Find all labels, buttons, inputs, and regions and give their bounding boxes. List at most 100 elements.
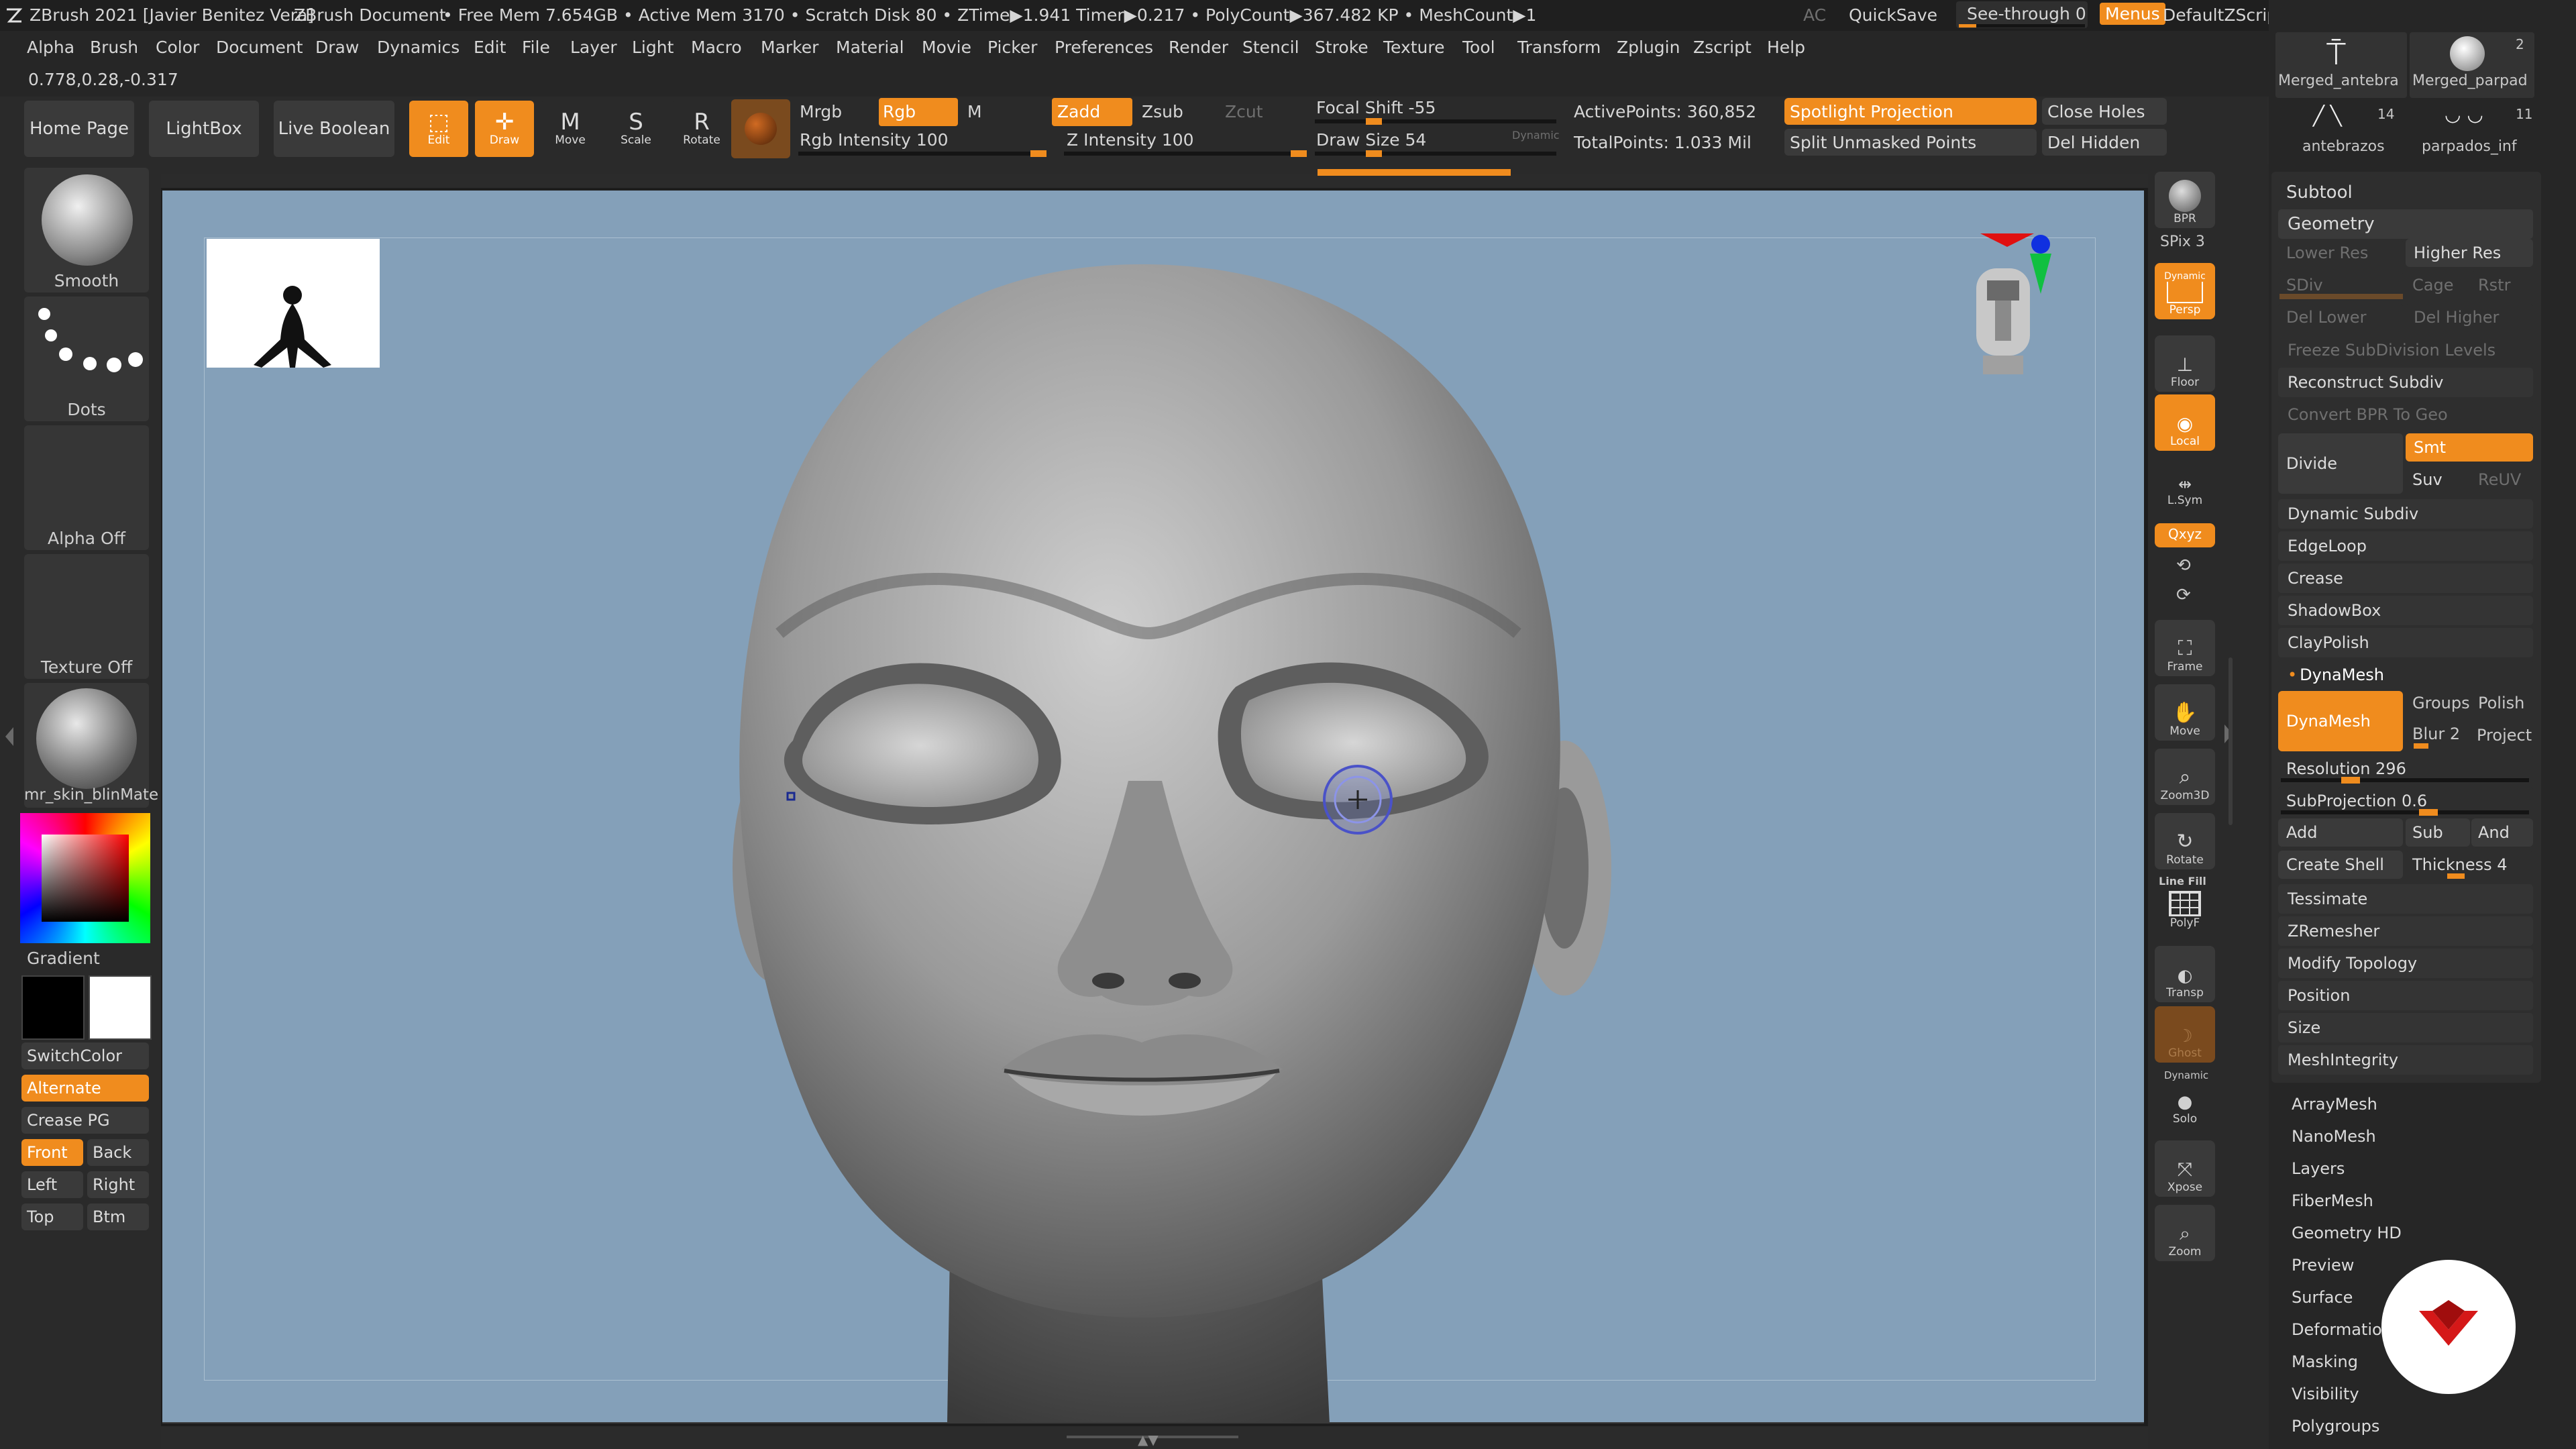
dynamic-subdiv-section[interactable]: Dynamic Subdiv <box>2278 499 2533 529</box>
subtool-thumb-antebra[interactable]: ⍑ Merged_antebra <box>2275 32 2407 98</box>
crease-section[interactable]: Crease <box>2278 564 2533 593</box>
position-section[interactable]: Position <box>2278 981 2533 1010</box>
menu-zscript[interactable]: Zscript <box>1693 38 1752 57</box>
see-through-slider[interactable]: See-through 0 <box>1956 1 2088 28</box>
rotate-view-button[interactable]: ↻ Rotate <box>2155 813 2215 869</box>
menu-light[interactable]: Light <box>632 38 674 57</box>
home-page-button[interactable]: Home Page <box>24 101 134 157</box>
visibility-section[interactable]: Visibility <box>2292 1385 2359 1403</box>
menu-movie[interactable]: Movie <box>922 38 971 57</box>
subtool-thumb-parpad[interactable]: Merged_parpad 2 <box>2410 32 2534 98</box>
spix-setting[interactable]: SPix 3 <box>2160 233 2205 250</box>
view-top-button[interactable]: Top <box>21 1203 83 1230</box>
material-swatch[interactable] <box>731 99 790 158</box>
menu-picker[interactable]: Picker <box>987 38 1037 57</box>
view-back-button[interactable]: Back <box>87 1139 149 1166</box>
menu-texture[interactable]: Texture <box>1383 38 1445 57</box>
close-holes-button[interactable]: Close Holes <box>2042 98 2167 125</box>
menu-tool[interactable]: Tool <box>1462 38 1495 57</box>
mrgb-toggle[interactable]: Mrgb <box>800 102 842 121</box>
menu-zplugin[interactable]: Zplugin <box>1617 38 1680 57</box>
edgeloop-section[interactable]: EdgeLoop <box>2278 531 2533 561</box>
subtool-thumb-antebrazos[interactable]: ╱ ╲ 14 antebrazos <box>2298 101 2394 165</box>
rgb-toggle[interactable]: Rgb <box>879 98 958 126</box>
rotate-y-icon[interactable]: ⟲ <box>2176 555 2191 576</box>
geometry-hd-section[interactable]: Geometry HD <box>2292 1224 2402 1242</box>
perspective-toggle[interactable]: Dynamic Persp <box>2155 263 2215 319</box>
zremesher-section[interactable]: ZRemesher <box>2278 916 2533 946</box>
meshintegrity-section[interactable]: MeshIntegrity <box>2278 1045 2533 1075</box>
menu-stroke[interactable]: Stroke <box>1315 38 1368 57</box>
zsub-toggle[interactable]: Zsub <box>1142 102 1183 121</box>
size-section[interactable]: Size <box>2278 1013 2533 1042</box>
menu-dynamics[interactable]: Dynamics <box>377 38 460 57</box>
main-color-swatch[interactable] <box>21 975 85 1040</box>
shadowbox-section[interactable]: ShadowBox <box>2278 596 2533 625</box>
zoom-button[interactable]: ⌕ Zoom <box>2155 1205 2215 1261</box>
arraymesh-section[interactable]: ArrayMesh <box>2292 1095 2377 1114</box>
menu-macro[interactable]: Macro <box>691 38 742 57</box>
suv-toggle[interactable]: Suv <box>2406 466 2470 494</box>
quicksave-button[interactable]: QuickSave <box>1849 5 1937 25</box>
dynamesh-polish-toggle[interactable]: Polish <box>2478 694 2524 712</box>
surface-section[interactable]: Surface <box>2292 1288 2353 1307</box>
lower-res-button[interactable]: Lower Res <box>2278 239 2403 267</box>
view-front-button[interactable]: Front <box>21 1139 83 1166</box>
lightbox-button[interactable]: LightBox <box>149 101 259 157</box>
menus-toggle[interactable]: Menus <box>2100 3 2165 25</box>
polyframe-toggle[interactable]: PolyF <box>2155 887 2215 932</box>
move-view-button[interactable]: ✋ Move <box>2155 684 2215 741</box>
dynamesh-and-button[interactable]: And <box>2471 818 2533 847</box>
preview-section[interactable]: Preview <box>2292 1256 2354 1275</box>
menu-document[interactable]: Document <box>216 38 303 57</box>
navigation-gizmo[interactable] <box>1960 233 2094 408</box>
zcut-toggle[interactable]: Zcut <box>1225 102 1263 121</box>
secondary-color-swatch[interactable] <box>89 975 152 1040</box>
menu-transform[interactable]: Transform <box>1517 38 1601 57</box>
viewport-canvas[interactable] <box>162 191 2144 1424</box>
local-symmetry-toggle[interactable]: ⇹ L.Sym <box>2155 463 2215 510</box>
divide-button[interactable]: Divide <box>2278 433 2403 494</box>
cage-button[interactable]: Cage <box>2406 271 2470 299</box>
bottom-tray-chevrons-icon[interactable]: ▲▼ <box>1138 1432 1159 1448</box>
tessimate-section[interactable]: Tessimate <box>2278 884 2533 914</box>
menu-render[interactable]: Render <box>1169 38 1228 57</box>
zadd-toggle[interactable]: Zadd <box>1052 98 1132 126</box>
view-bottom-button[interactable]: Btm <box>87 1203 149 1230</box>
solo-toggle[interactable]: ● Solo <box>2155 1081 2215 1128</box>
dynamesh-button[interactable]: DynaMesh <box>2278 691 2403 751</box>
edit-mode-button[interactable]: ⬚ Edit <box>409 101 468 157</box>
fibermesh-section[interactable]: FiberMesh <box>2292 1191 2373 1210</box>
view-left-button[interactable]: Left <box>21 1171 83 1198</box>
z-intensity-slider[interactable]: Z Intensity 100 <box>1067 130 1194 150</box>
reconstruct-subdiv-button[interactable]: Reconstruct Subdiv <box>2278 368 2533 397</box>
dynamic-label[interactable]: Dynamic <box>1512 129 1560 142</box>
nanomesh-section[interactable]: NanoMesh <box>2292 1127 2376 1146</box>
rgb-intensity-slider[interactable]: Rgb Intensity 100 <box>800 130 949 150</box>
alternate-toggle[interactable]: Alternate <box>21 1075 149 1102</box>
live-boolean-button[interactable]: Live Boolean <box>274 101 394 157</box>
dynamesh-blur-slider[interactable]: Blur 2 <box>2412 724 2460 743</box>
menu-marker[interactable]: Marker <box>761 38 818 57</box>
menu-layer[interactable]: Layer <box>570 38 617 57</box>
ac-label[interactable]: AC <box>1803 5 1826 25</box>
rstr-button[interactable]: Rstr <box>2471 271 2533 299</box>
menu-preferences[interactable]: Preferences <box>1055 38 1153 57</box>
claypolish-section[interactable]: ClayPolish <box>2278 628 2533 657</box>
right-shelf-scrollbar[interactable] <box>2229 657 2233 825</box>
higher-res-button[interactable]: Higher Res <box>2406 239 2533 267</box>
left-tray-arrow-icon[interactable] <box>5 727 13 746</box>
layers-section[interactable]: Layers <box>2292 1159 2345 1178</box>
menu-stencil[interactable]: Stencil <box>1242 38 1299 57</box>
ghost-toggle[interactable]: ☽ Ghost <box>2155 1006 2215 1063</box>
draw-size-slider[interactable]: Draw Size 54 <box>1316 130 1426 150</box>
thickness-slider[interactable]: Thickness 4 <box>2406 851 2533 879</box>
subtool-section[interactable]: Subtool <box>2286 182 2353 203</box>
spotlight-projection-button[interactable]: Spotlight Projection <box>1784 98 2037 125</box>
dynamesh-section-header[interactable]: • DynaMesh <box>2278 660 2533 690</box>
draw-mode-button[interactable]: ✛ Draw <box>475 101 534 157</box>
create-shell-button[interactable]: Create Shell <box>2278 851 2403 879</box>
color-picker[interactable] <box>20 813 150 943</box>
subtool-thumb-parpados[interactable]: ◡ ◡ 11 parpados_inf <box>2418 101 2532 165</box>
m-toggle[interactable]: M <box>967 102 982 121</box>
